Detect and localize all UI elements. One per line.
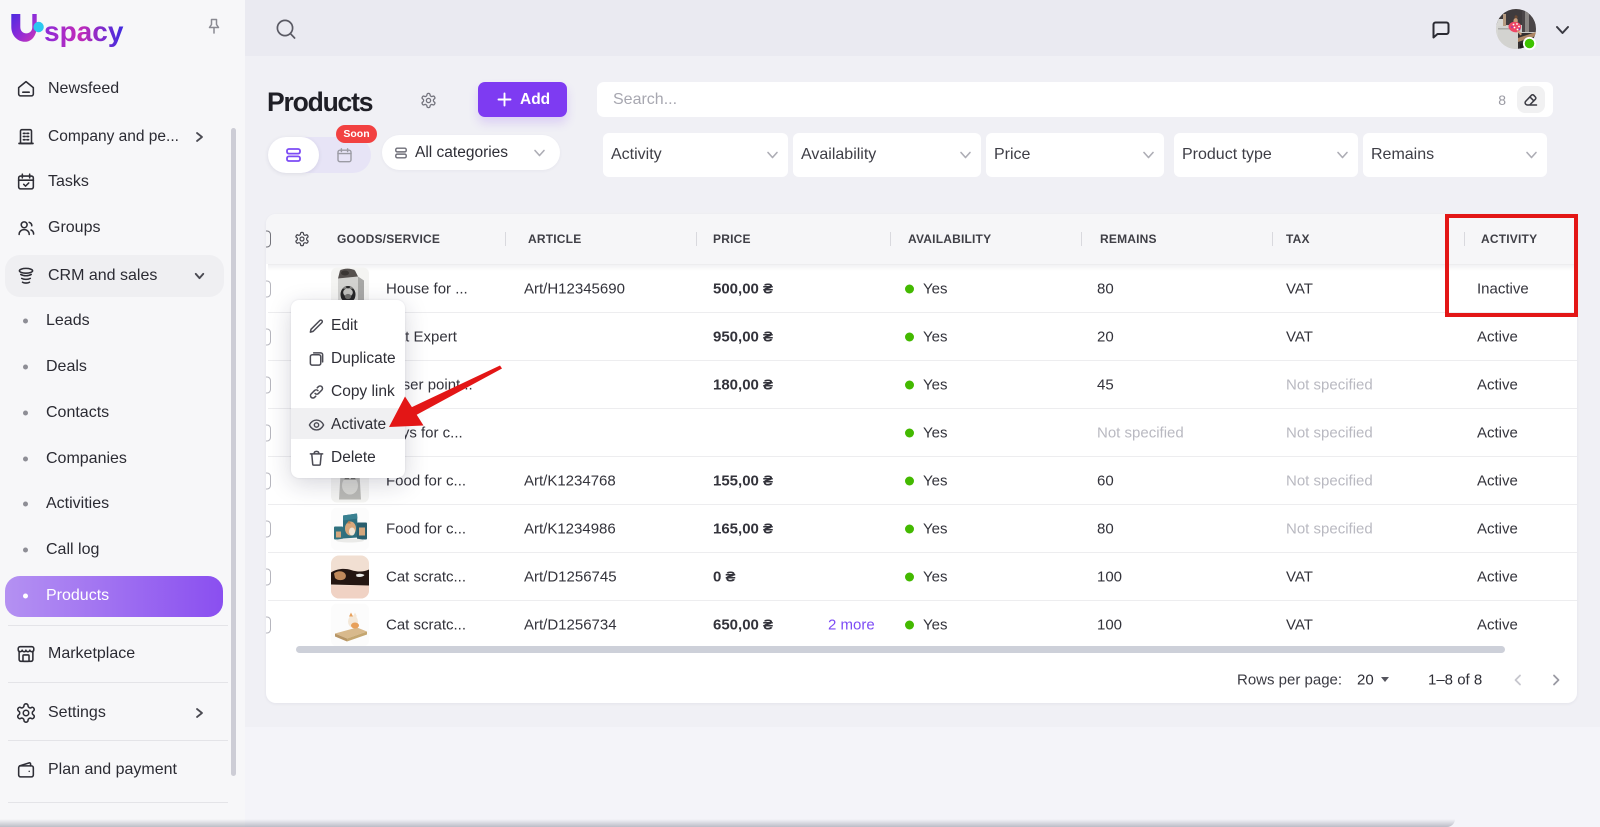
svg-text:spacy: spacy <box>44 16 124 47</box>
